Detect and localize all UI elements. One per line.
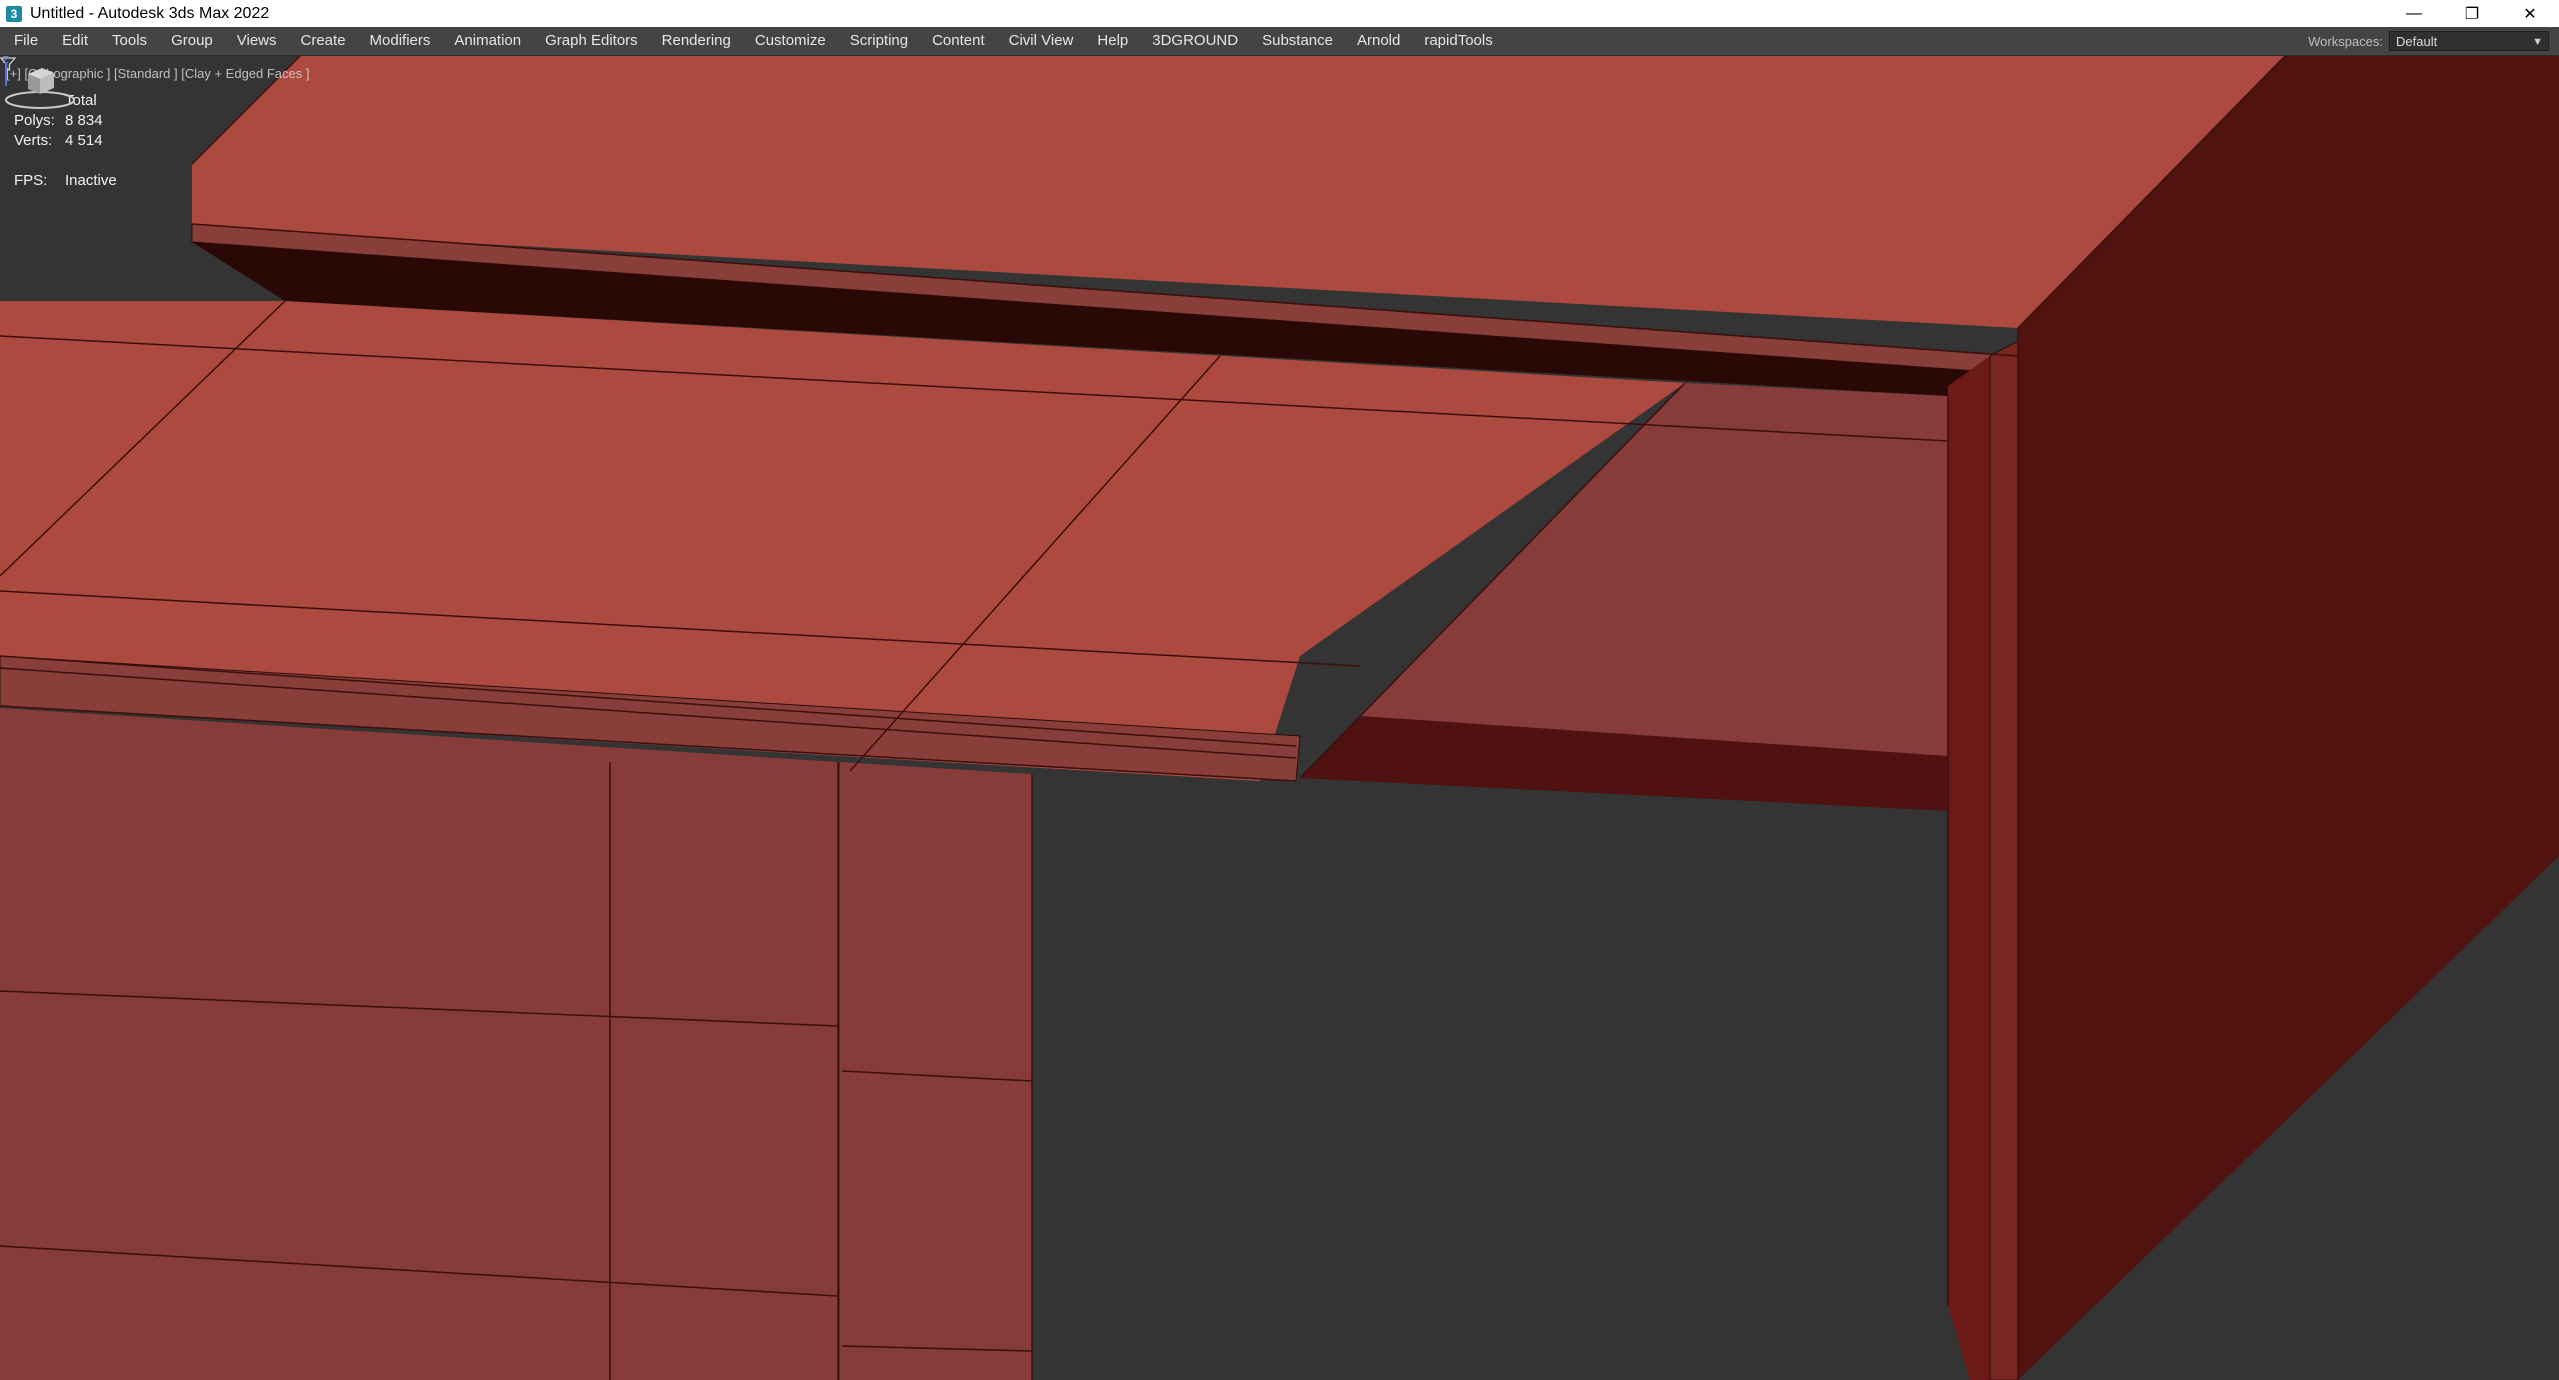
workspaces-control: Workspaces: Default ▼: [2308, 27, 2549, 55]
stats-verts-label: Verts:: [14, 132, 53, 149]
menu-help[interactable]: Help: [1085, 27, 1140, 55]
menu-rapidtools[interactable]: rapidTools: [1412, 27, 1504, 55]
axis-z-label: Z: [2, 56, 9, 66]
menu-edit[interactable]: Edit: [50, 27, 100, 55]
workspaces-dropdown[interactable]: Default ▼: [2389, 31, 2549, 51]
corner-post-edge: [1989, 340, 2019, 1380]
menu-views[interactable]: Views: [225, 27, 289, 55]
workspaces-label: Workspaces:: [2308, 33, 2383, 49]
stats-fps-value: Inactive: [65, 172, 117, 189]
menu-file[interactable]: File: [0, 27, 50, 55]
app-3dsmax-icon[interactable]: 3: [6, 5, 22, 22]
stats-fps-label: FPS:: [14, 172, 48, 189]
menu-modifiers[interactable]: Modifiers: [358, 27, 443, 55]
menu-content[interactable]: Content: [920, 27, 997, 55]
menu-civil-view[interactable]: Civil View: [997, 27, 1086, 55]
title-bar: 3 Untitled - Autodesk 3ds Max 2022 — ❐ ✕: [0, 0, 2559, 27]
close-button[interactable]: ✕: [2501, 0, 2559, 27]
drawer-panel-mid: [840, 762, 1032, 1380]
menu-tools[interactable]: Tools: [100, 27, 159, 55]
workspaces-value: Default: [2396, 34, 2438, 49]
menu-arnold[interactable]: Arnold: [1345, 27, 1412, 55]
chevron-down-icon: ▼: [2532, 36, 2543, 48]
stats-verts-value: 4 514: [65, 132, 103, 149]
menu-3dground[interactable]: 3DGROUND: [1140, 27, 1250, 55]
menu-create[interactable]: Create: [289, 27, 358, 55]
menu-rendering[interactable]: Rendering: [650, 27, 743, 55]
menu-bar: File Edit Tools Group Views Create Modif…: [0, 27, 2559, 56]
menu-animation[interactable]: Animation: [442, 27, 533, 55]
stats-verts-row: Verts: 4 514: [14, 131, 117, 151]
window-controls: — ❐ ✕: [2385, 0, 2559, 27]
menu-graph-editors[interactable]: Graph Editors: [533, 27, 650, 55]
corner-post: [1948, 356, 1990, 1380]
restore-button[interactable]: ❐: [2443, 0, 2501, 27]
menu-customize[interactable]: Customize: [743, 27, 838, 55]
side-panel-right: [2018, 56, 2559, 1380]
menu-scripting[interactable]: Scripting: [838, 27, 920, 55]
drawer-panel-left: [0, 708, 838, 1380]
minimize-button[interactable]: —: [2385, 0, 2443, 27]
menu-substance[interactable]: Substance: [1250, 27, 1345, 55]
menu-group[interactable]: Group: [159, 27, 225, 55]
axis-tripod-icon: Z: [2, 56, 9, 86]
window-title: Untitled - Autodesk 3ds Max 2022: [30, 4, 270, 22]
viewport-orthographic[interactable]: [+] [Orthographic ] [Standard ] [Clay + …: [0, 56, 2559, 1380]
stats-fps-row: FPS: Inactive: [14, 171, 117, 191]
scene-geometry: [0, 56, 2559, 1380]
